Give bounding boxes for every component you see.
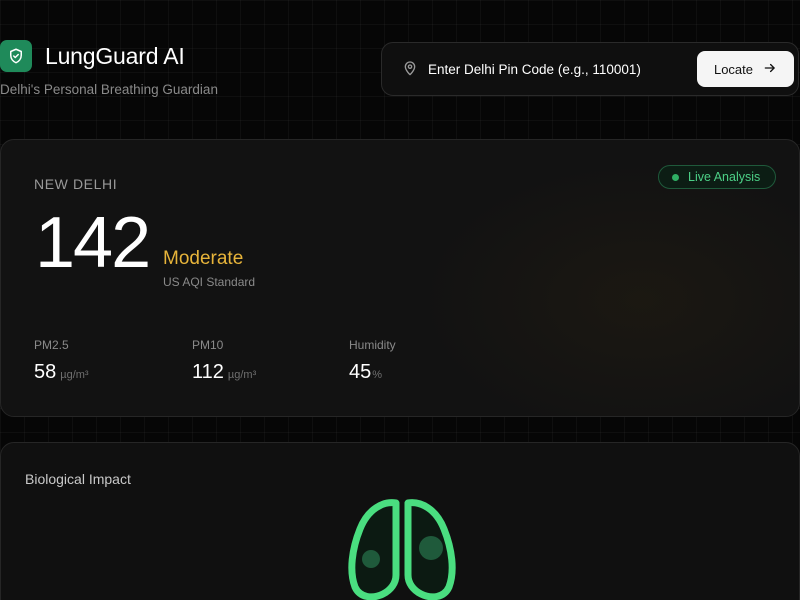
biological-impact-card: Biological Impact <box>0 442 800 600</box>
brand-row: LungGuard AI <box>0 40 218 72</box>
lungs-icon <box>343 495 461 600</box>
city-name: NEW DELHI <box>34 176 118 192</box>
pin-code-input[interactable] <box>428 58 668 80</box>
metric-unit: µg/m³ <box>227 369 257 381</box>
app-subtitle: Delhi's Personal Breathing Guardian <box>0 82 218 97</box>
metric-pm25: PM2.5 58 µg/m³ <box>34 338 89 384</box>
aqi-card: NEW DELHI Live Analysis 142 Moderate US … <box>0 139 800 417</box>
aqi-value: 142 <box>35 203 151 283</box>
aqi-standard: US AQI Standard <box>163 275 256 289</box>
metric-label: PM2.5 <box>34 338 69 352</box>
arrow-right-icon <box>763 61 777 78</box>
live-analysis-label: Live Analysis <box>688 170 761 184</box>
app-title: LungGuard AI <box>45 42 185 69</box>
biological-impact-title: Biological Impact <box>25 471 131 487</box>
metric-value-row: 45% <box>349 361 396 384</box>
metric-value-row: 58 µg/m³ <box>34 361 89 384</box>
pin-code-search: Locate <box>381 42 799 96</box>
metric-pm10: PM10 112 µg/m³ <box>192 338 256 384</box>
metric-unit: % <box>372 369 383 381</box>
metric-value: 58 <box>34 361 57 383</box>
metric-label: Humidity <box>349 338 396 352</box>
aqi-category: Moderate <box>163 248 244 269</box>
live-analysis-badge: Live Analysis <box>658 165 776 189</box>
metric-humidity: Humidity 45% <box>349 338 396 384</box>
map-pin-icon <box>402 59 418 82</box>
metric-unit: µg/m³ <box>60 369 89 381</box>
live-dot-icon <box>672 173 679 181</box>
shield-check-icon <box>0 40 32 72</box>
brand: LungGuard AI Delhi's Personal Breathing … <box>0 40 218 97</box>
locate-button-label: Locate <box>713 61 754 77</box>
metric-value: 112 <box>192 361 224 383</box>
metric-label: PM10 <box>192 338 224 352</box>
metric-value: 45 <box>349 361 372 383</box>
locate-button[interactable]: Locate <box>697 51 794 87</box>
metric-value-row: 112 µg/m³ <box>192 361 256 384</box>
